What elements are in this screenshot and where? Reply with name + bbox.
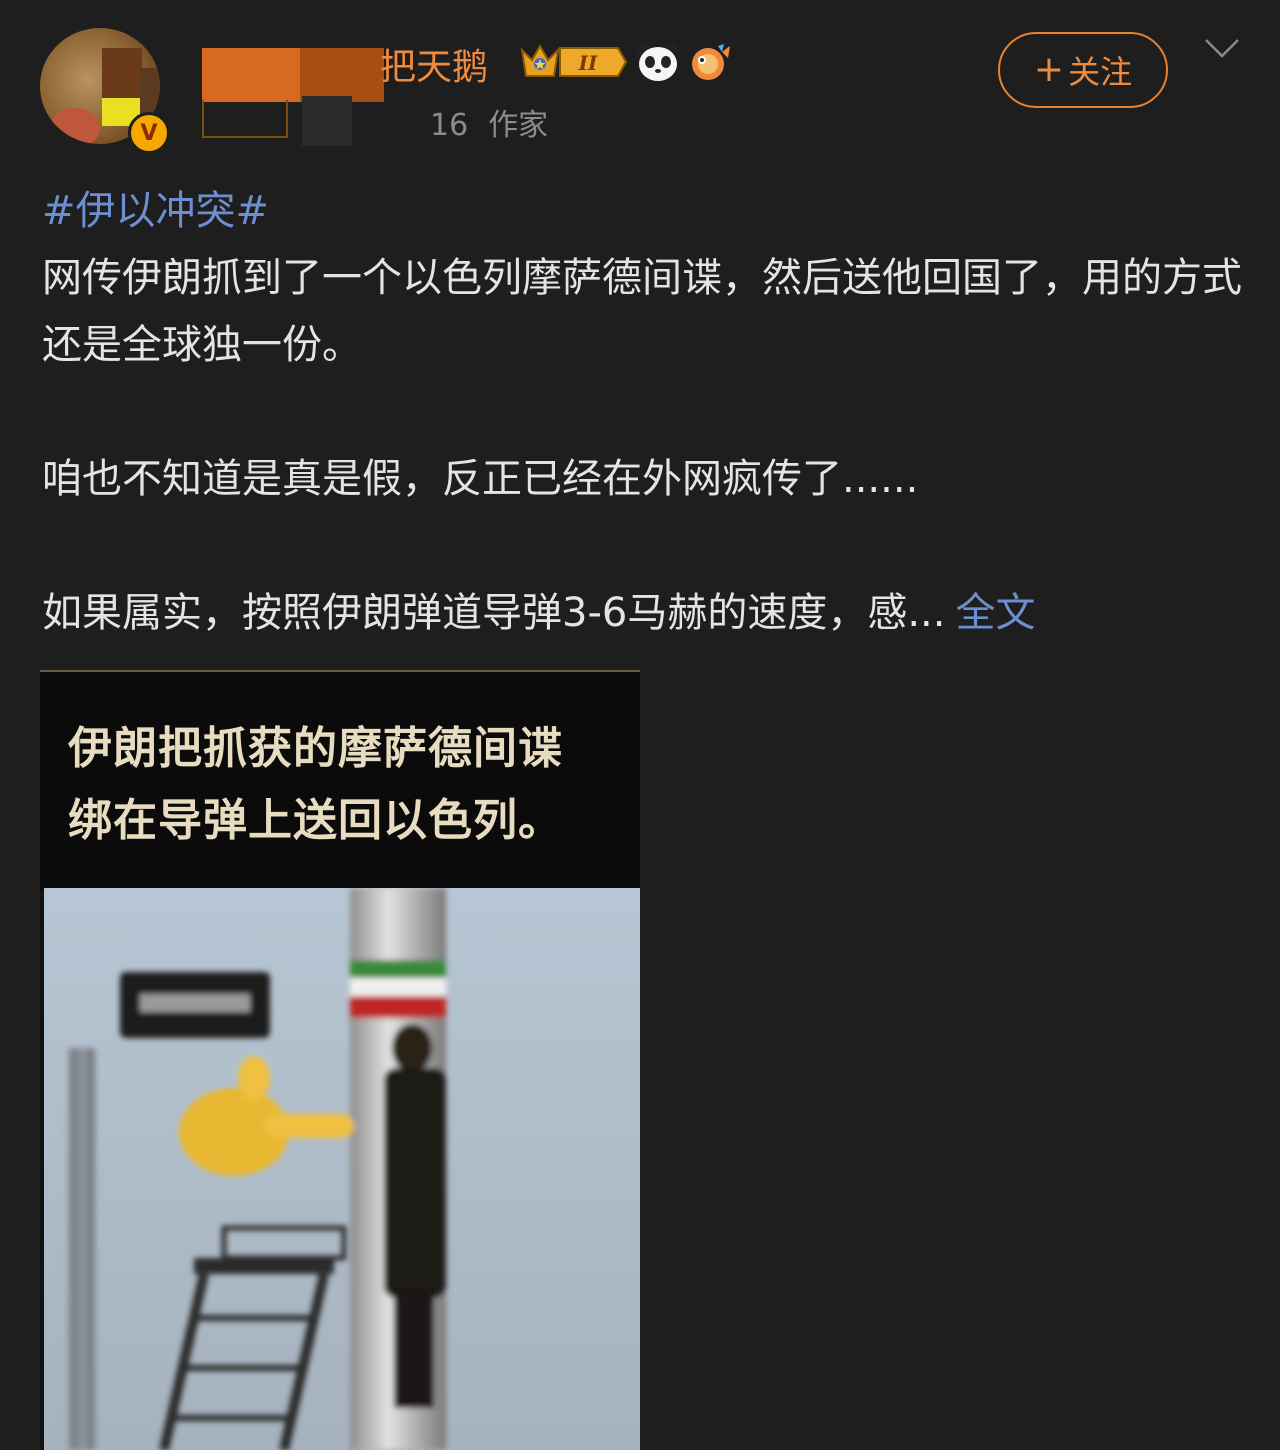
- avatar-mosaic: [140, 68, 160, 118]
- image-caption-banner: 伊朗把抓获的摩萨德间谍 绑在导弹上送回以色列。: [40, 670, 640, 890]
- avatar-mosaic: [102, 48, 142, 98]
- verified-badge-icon: V: [128, 112, 170, 154]
- post-paragraph: 网传伊朗抓到了一个以色列摩萨德间谍，然后送他回国了，用的方式还是全球独一份。: [42, 255, 1242, 368]
- image-caption-line: 伊朗把抓获的摩萨德间谍: [68, 723, 563, 774]
- user-name[interactable]: 把天鹅: [380, 38, 488, 90]
- meta-count: 16: [430, 108, 469, 143]
- post-image[interactable]: 伊朗把抓获的摩萨德间谍 绑在导弹上送回以色列。: [40, 670, 640, 1450]
- level-text: II: [578, 51, 598, 75]
- expand-full-text-link[interactable]: 全文: [955, 590, 1035, 636]
- avatar-mosaic: [50, 108, 100, 144]
- follow-label: 关注: [1068, 53, 1133, 91]
- follow-button[interactable]: + 关注: [998, 32, 1168, 108]
- fish-icon: [692, 44, 730, 80]
- name-censor-block: [302, 96, 352, 146]
- post-body: #伊以冲突# 网传伊朗抓到了一个以色列摩萨德间谍，然后送他回国了，用的方式还是全…: [42, 178, 1242, 647]
- post-paragraph: 咱也不知道是真是假，反正已经在外网疯传了......: [42, 456, 919, 502]
- name-censor-block: [300, 48, 384, 102]
- post-paragraph-last: 如果属实，按照伊朗弹道导弹3-6马赫的速度，感... 全文: [42, 580, 1242, 647]
- name-censor-block: [202, 100, 288, 138]
- crown-level-badge-icon: II: [520, 43, 628, 77]
- panda-icon: [637, 43, 679, 81]
- missile-photo: [44, 888, 640, 1450]
- image-caption-line: 绑在导弹上送回以色列。: [68, 795, 563, 846]
- user-meta: 16 作家: [430, 100, 548, 144]
- post-paragraph: 如果属实，按照伊朗弹道导弹3-6马赫的速度，感...: [42, 590, 946, 636]
- hashtag-link[interactable]: #伊以冲突#: [42, 188, 269, 234]
- meta-role: 作家: [488, 108, 549, 143]
- plus-icon: +: [1033, 49, 1065, 90]
- chevron-down-icon[interactable]: [1204, 36, 1240, 60]
